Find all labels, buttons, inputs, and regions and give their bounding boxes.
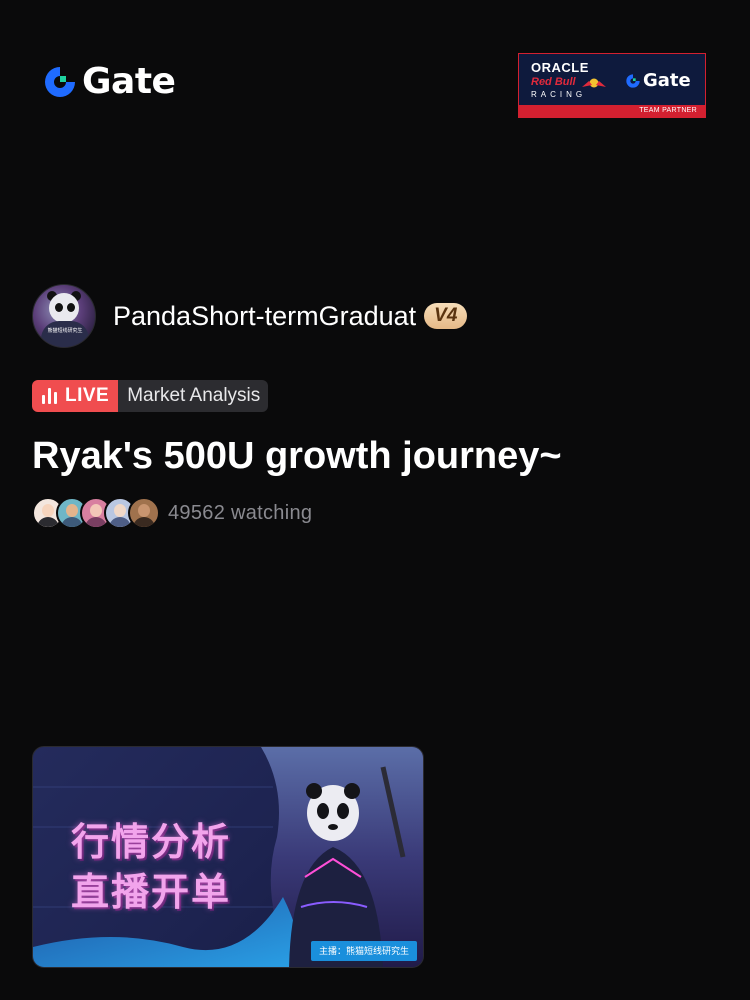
host-name[interactable]: PandaShort-termGraduat <box>113 300 416 332</box>
partner-strip: TEAM PARTNER <box>519 105 705 117</box>
partner-gate-text: Gate <box>643 70 691 91</box>
live-bars-icon <box>42 388 57 404</box>
racing-text: RACING <box>531 90 587 99</box>
bulls-icon <box>582 78 606 88</box>
host-info[interactable]: 熊猫短线研究生 PandaShort-termGraduat V4 <box>32 284 468 348</box>
panda-eye <box>67 303 75 312</box>
partner-gate-logo: Gate <box>625 70 691 91</box>
level-badge: V4 <box>424 303 468 329</box>
avatar-caption: 熊猫短线研究生 <box>47 328 83 334</box>
thumbnail-host-label: 主播：熊猫短线研究生 <box>310 941 417 961</box>
viewer-avatars <box>32 497 160 529</box>
host-avatar[interactable]: 熊猫短线研究生 <box>32 284 96 348</box>
panda-eye <box>55 303 63 312</box>
panda-body <box>41 321 89 347</box>
oracle-text: ORACLE <box>531 60 589 75</box>
team-partner-banner: ORACLE Red Bull RACING Gate TEAM PARTNER <box>518 53 706 118</box>
live-label: LIVE <box>65 385 110 406</box>
gate-logo-icon <box>45 67 75 97</box>
gate-logo-text: Gate <box>82 61 176 102</box>
thumbnail-headline-2: 直播开单 <box>71 870 232 914</box>
thumbnail-headline-1: 行情分析 <box>71 820 232 864</box>
viewer-info: 49562 watching <box>32 497 312 529</box>
stream-tags: LIVE Market Analysis <box>32 380 269 412</box>
live-stream-page: Gate ORACLE Red Bull RACING Gate TEAM PA… <box>0 0 750 1000</box>
category-tag[interactable]: Market Analysis <box>118 380 269 412</box>
team-partner-text: TEAM PARTNER <box>639 107 697 114</box>
viewer-count: 49562 watching <box>168 501 313 524</box>
redbull-text: Red Bull <box>531 76 576 88</box>
gate-logo-icon <box>626 73 640 88</box>
stream-title: Ryak's 500U growth journey~ <box>32 435 562 477</box>
stream-thumbnail[interactable]: 行情分析 直播开单 主播：熊猫短线研究生 <box>32 746 424 968</box>
gate-logo[interactable]: Gate <box>42 61 176 102</box>
live-badge: LIVE <box>32 380 119 412</box>
viewer-avatar <box>128 497 160 529</box>
